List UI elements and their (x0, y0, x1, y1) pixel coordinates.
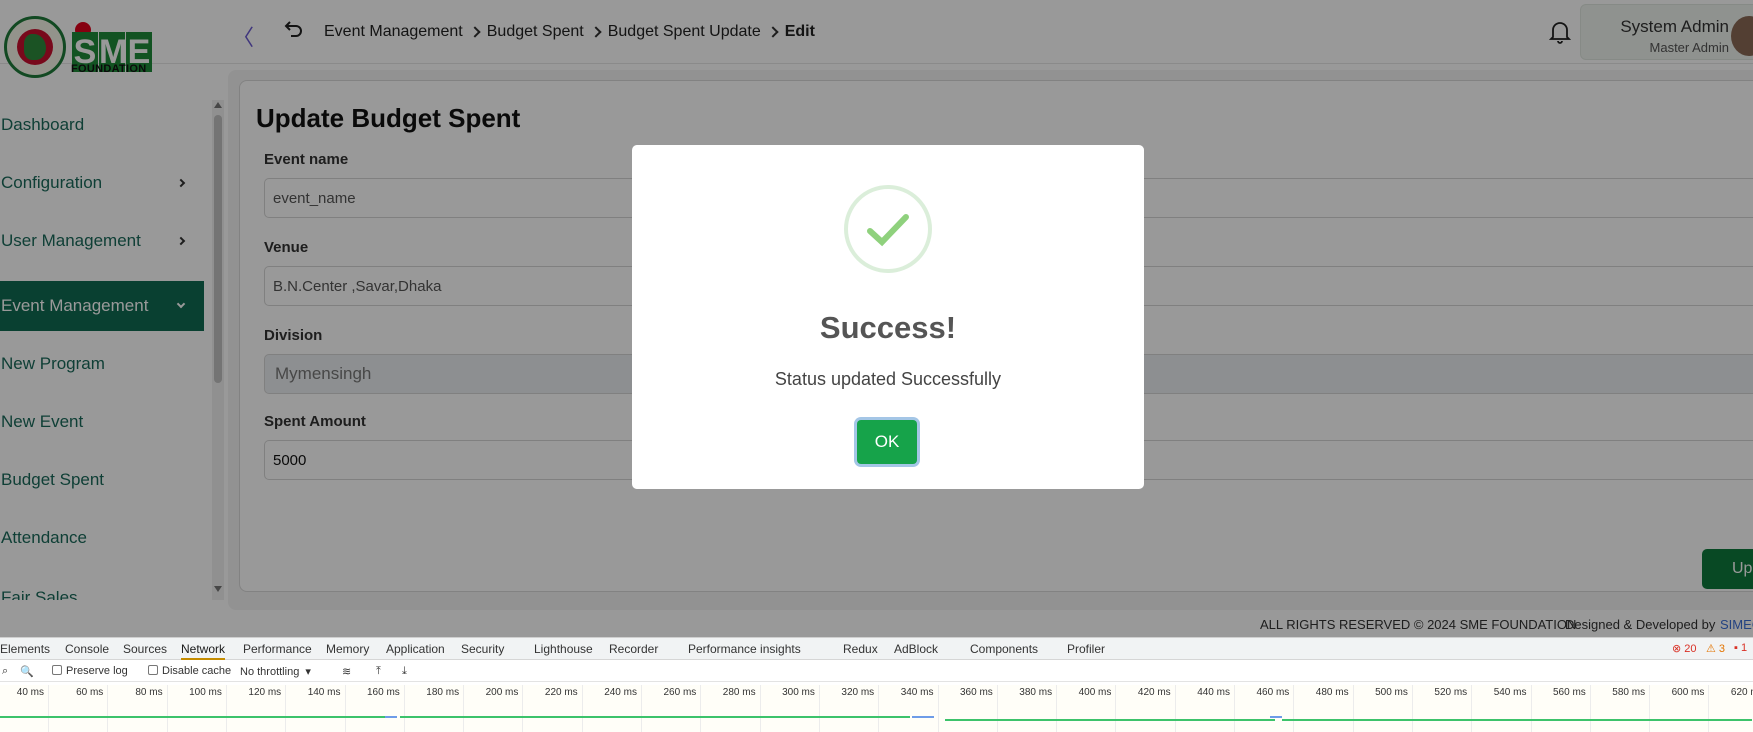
waterfall-bar (1270, 716, 1282, 718)
tab-lighthouse[interactable]: Lighthouse (534, 642, 593, 656)
devtools-panel: Elements Console Sources Network Perform… (0, 637, 1753, 732)
tab-performance-insights[interactable]: Performance insights (688, 642, 801, 656)
timeline-tick: 540 ms (1471, 685, 1530, 732)
tab-sources[interactable]: Sources (123, 642, 167, 656)
timeline-tick: 60 ms (48, 685, 107, 732)
timeline-tick: 120 ms (225, 685, 285, 732)
timeline-tick: 420 ms (1115, 685, 1174, 732)
tab-security[interactable]: Security (461, 642, 504, 656)
throttling-select[interactable]: No throttling ▾ (240, 665, 311, 678)
dialog-title: Success! (819, 310, 957, 345)
dialog-message: Status updated Successfully (774, 369, 1002, 389)
waterfall-bar (385, 716, 397, 718)
timeline-tick: 560 ms (1530, 685, 1590, 732)
tab-network[interactable]: Network (181, 642, 226, 660)
timeline-tick: 340 ms (878, 685, 937, 732)
tab-elements[interactable]: Elements (0, 642, 50, 656)
app-window: S M E FOUNDATION 〈 Event Management Budg… (0, 0, 1753, 637)
timeline-tick: 80 ms (107, 685, 166, 732)
message-count-badge[interactable]: ▪ 1 (1734, 642, 1747, 654)
timeline-tick: 500 ms (1352, 685, 1412, 732)
timeline-tick: 620 ms (1708, 685, 1753, 732)
tab-recorder[interactable]: Recorder (609, 642, 658, 656)
timeline-tick: 580 ms (1589, 685, 1649, 732)
network-timeline[interactable]: 40 ms 60 ms 80 ms 100 ms 120 ms 140 ms 160 ms 1… (0, 685, 1753, 732)
devtools-tabs: Elements Console Sources Network Perform… (0, 638, 1753, 660)
ok-button[interactable]: OK (857, 420, 917, 464)
timeline-tick: 400 ms (1056, 685, 1115, 732)
timeline-tick: 480 ms (1293, 685, 1352, 732)
timeline-tick: 320 ms (818, 685, 878, 732)
timeline-tick: 200 ms (463, 685, 522, 732)
error-count-badge[interactable]: ⊗ 20 (1672, 642, 1697, 655)
network-conditions-icon[interactable]: ≋ (342, 665, 351, 678)
timeline-tick: 40 ms (0, 685, 48, 732)
timeline-tick: 300 ms (759, 685, 819, 732)
timeline-tick: 220 ms (522, 685, 581, 732)
tab-adblock[interactable]: AdBlock (894, 642, 938, 656)
tab-application[interactable]: Application (386, 642, 445, 656)
waterfall-bar (912, 716, 934, 718)
warning-count-badge[interactable]: ⚠ 3 (1706, 642, 1725, 655)
timeline-tick: 140 ms (285, 685, 344, 732)
timeline-tick: 100 ms (166, 685, 226, 732)
timeline-tick: 460 ms (1234, 685, 1293, 732)
tab-console[interactable]: Console (65, 642, 109, 656)
import-har-icon[interactable]: ⤒ (376, 665, 381, 678)
timeline-tick: 240 ms (581, 685, 641, 732)
waterfall-bar (0, 716, 390, 718)
timeline-tick: 380 ms (996, 685, 1056, 732)
tab-profiler[interactable]: Profiler (1067, 642, 1105, 656)
preserve-log-checkbox[interactable]: Preserve log (52, 665, 128, 677)
waterfall-bar (1282, 719, 1752, 721)
timeline-tick: 260 ms (641, 685, 700, 732)
waterfall-bar (400, 716, 910, 718)
tab-redux[interactable]: Redux (843, 642, 878, 656)
waterfall-bar (945, 719, 1275, 721)
timeline-tick: 520 ms (1411, 685, 1471, 732)
tab-components[interactable]: Components (970, 642, 1038, 656)
timeline-tick: 180 ms (403, 685, 463, 732)
timeline-tick: 360 ms (937, 685, 997, 732)
disable-cache-checkbox[interactable]: Disable cache (148, 665, 231, 677)
timeline-tick: 160 ms (344, 685, 404, 732)
timeline-tick: 600 ms (1649, 685, 1708, 732)
tab-performance[interactable]: Performance (243, 642, 312, 656)
export-har-icon[interactable]: ⤓ (402, 665, 407, 678)
network-toolbar: ⌕ 🔍 Preserve log Disable cache No thrott… (0, 660, 1753, 682)
timeline-tick: 280 ms (700, 685, 759, 732)
search-icon[interactable]: 🔍 (20, 665, 34, 678)
filter-icon[interactable]: ⌕ (2, 665, 8, 678)
timeline-tick: 440 ms (1174, 685, 1234, 732)
tab-memory[interactable]: Memory (326, 642, 369, 656)
success-check-icon (867, 214, 909, 247)
success-dialog: Success! Status updated Successfully OK (632, 145, 1144, 489)
